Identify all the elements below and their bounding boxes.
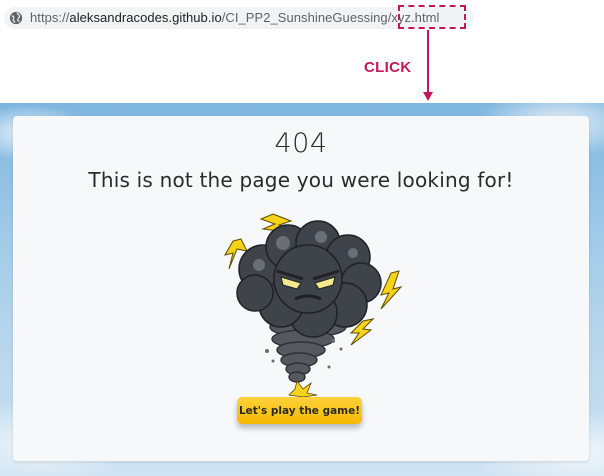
down-arrow-icon [423, 30, 433, 101]
storm-cloud-tornado-icon [223, 213, 403, 398]
url-domain: aleksandracodes.github.io [69, 10, 222, 25]
globe-icon[interactable] [9, 11, 23, 25]
click-annotation-label: CLICK [364, 59, 412, 76]
play-game-button[interactable]: Let's play the game! [237, 397, 362, 424]
error-card: 404 This is not the page you were lookin… [13, 116, 589, 461]
page-viewport: 404 This is not the page you were lookin… [0, 103, 604, 476]
error-code: 404 [274, 128, 328, 159]
url-text[interactable]: https://aleksandracodes.github.io/CI_PP2… [30, 10, 439, 26]
screenshot: https://aleksandracodes.github.io/CI_PP2… [0, 0, 604, 476]
error-message: This is not the page you were looking fo… [88, 168, 514, 192]
url-scheme: https:// [30, 10, 70, 25]
url-highlight-box [398, 5, 466, 29]
